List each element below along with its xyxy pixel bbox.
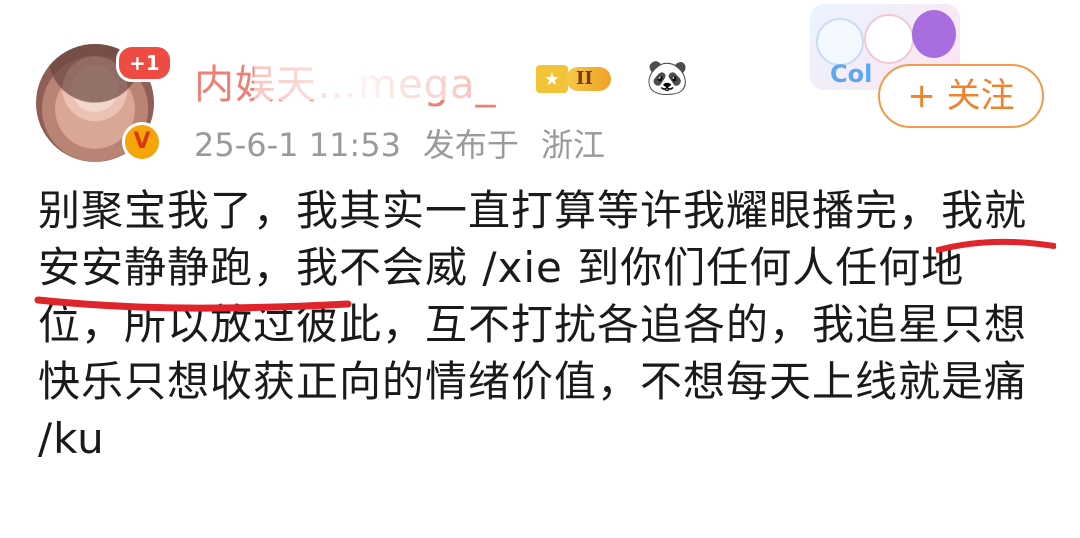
- post-meta: 25-6-1 11:53 发布于 浙江: [194, 120, 627, 166]
- post-location: 浙江: [540, 126, 605, 164]
- level-badge: ★ II: [536, 64, 636, 94]
- red-underline-mark: [34, 296, 352, 312]
- published-label: 发布于: [422, 126, 519, 164]
- crown-icon: ★: [536, 65, 568, 93]
- verified-icon: V: [122, 122, 162, 162]
- post-text: 别聚宝我了，我其实一直打算等许我耀眼播完，我就安安静静跑，我不会威 /xie 到…: [38, 186, 1028, 463]
- post-time: 25-6-1 11:53: [194, 126, 401, 164]
- panda-icon: 🐼: [646, 58, 689, 98]
- follow-button[interactable]: + 关注: [878, 64, 1044, 128]
- badge-count: +1: [116, 44, 173, 82]
- red-underline-mark: [936, 238, 1056, 253]
- level-label: II: [566, 67, 611, 91]
- username[interactable]: 内娱天…mega_: [194, 52, 496, 110]
- username-blur-mask: [254, 56, 474, 100]
